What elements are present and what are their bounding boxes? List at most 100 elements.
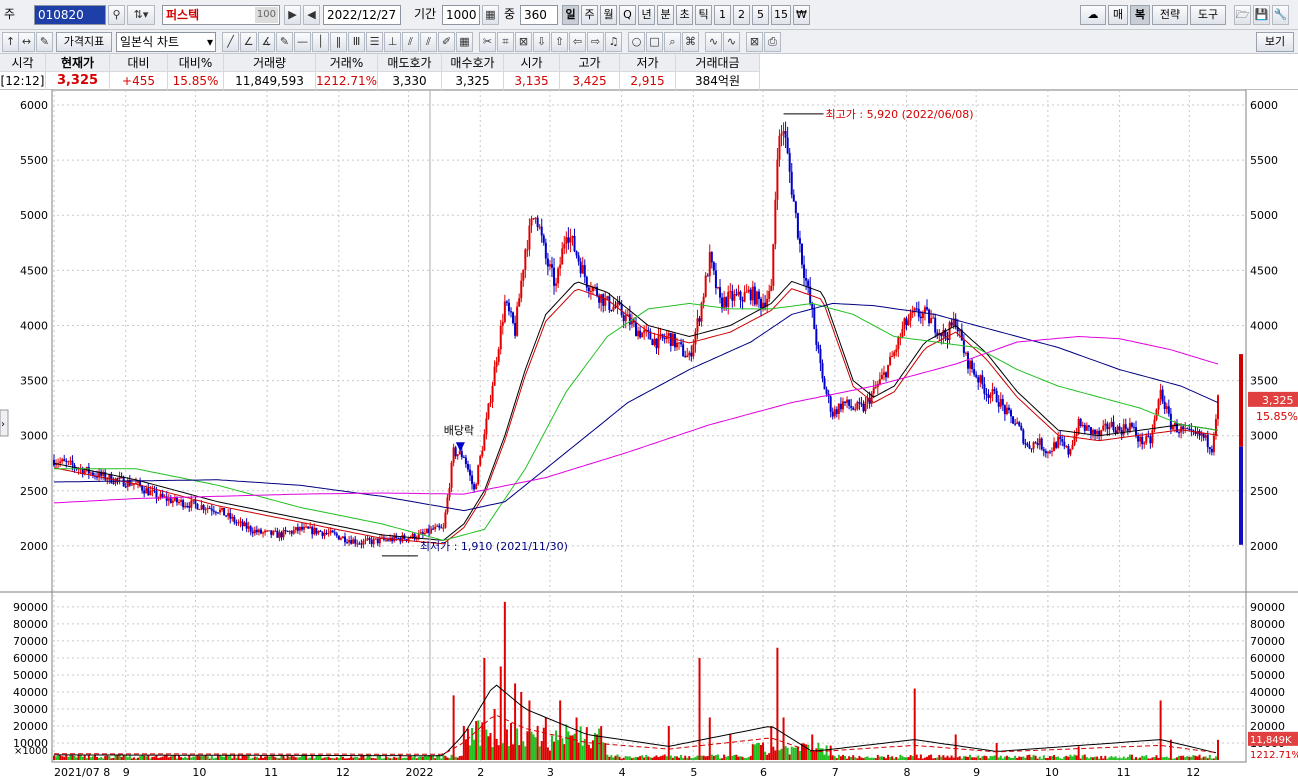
delete-icon[interactable]: ⊠: [746, 32, 763, 52]
timeframe-9[interactable]: 2: [733, 5, 750, 25]
hash-icon[interactable]: ⌗: [497, 32, 514, 52]
timeframe-4[interactable]: 년: [638, 5, 655, 25]
wave-icon[interactable]: ∿: [705, 32, 722, 52]
search-icon[interactable]: ⚲: [108, 5, 125, 25]
print-icon[interactable]: ⎙: [764, 32, 781, 52]
candle-body: [712, 262, 715, 271]
wave2-icon[interactable]: ∿: [723, 32, 740, 52]
candle-body: [1217, 395, 1219, 420]
hline-icon[interactable]: —: [294, 32, 311, 52]
overlap-input[interactable]: 360: [520, 5, 558, 25]
gann-icon[interactable]: ⊥: [384, 32, 401, 52]
indicator-button[interactable]: 가격지표: [56, 32, 112, 52]
pen-icon[interactable]: ✎: [276, 32, 293, 52]
up-arrow-icon[interactable]: ↑: [2, 32, 19, 52]
expand-icon[interactable]: ↔: [18, 32, 35, 52]
sort-dropdown-icon[interactable]: ⇅▾: [127, 5, 155, 25]
timeframe-6[interactable]: 초: [676, 5, 693, 25]
timeframe-7[interactable]: 틱: [695, 5, 712, 25]
prev-arrow-icon[interactable]: ◀: [303, 5, 320, 25]
arrow-left-icon[interactable]: ⇦: [569, 32, 586, 52]
arrow-down-icon[interactable]: ⇩: [533, 32, 550, 52]
timeframe-2[interactable]: 월: [600, 5, 617, 25]
right-button-3[interactable]: 도구: [1190, 5, 1226, 25]
timeframe-10[interactable]: 5: [752, 5, 769, 25]
volume-bar: [98, 758, 101, 760]
palette-icon[interactable]: ▦: [456, 32, 473, 52]
parallel-icon[interactable]: ⫽: [402, 32, 419, 52]
parallel2-icon[interactable]: ⫽: [420, 32, 437, 52]
collapse-arrow-icon[interactable]: ›: [1, 419, 5, 430]
channel-icon[interactable]: ‖: [330, 32, 347, 52]
fibo-time-icon[interactable]: Ⅲ: [348, 32, 365, 52]
view-button[interactable]: 보기: [1256, 32, 1294, 52]
timeframe-8[interactable]: 1: [714, 5, 731, 25]
candle-body: [1190, 429, 1193, 431]
zoom-icon[interactable]: ⌕: [664, 32, 681, 52]
date-input[interactable]: 2022/12/27: [323, 5, 401, 25]
volume-bar: [262, 757, 265, 760]
brush-icon[interactable]: ✐: [438, 32, 455, 52]
volume-bar: [231, 758, 234, 760]
volume-bar: [352, 757, 355, 760]
arrow-right-icon[interactable]: ⇨: [587, 32, 604, 52]
volume-bar: [532, 734, 535, 760]
candle-body: [221, 508, 224, 510]
stock-code-input[interactable]: 010820: [34, 5, 106, 25]
volume-bar: [96, 756, 99, 760]
trend-line-icon[interactable]: ╱: [222, 32, 239, 52]
period-input[interactable]: 1000: [442, 5, 480, 25]
timeframe-5[interactable]: 분: [657, 5, 674, 25]
candle-body: [323, 532, 326, 536]
right-button-1[interactable]: 복: [1130, 5, 1150, 25]
vline-icon[interactable]: │: [312, 32, 329, 52]
right-button-2[interactable]: 전략: [1152, 5, 1188, 25]
chart-type-select[interactable]: 일본식 차트 ▾: [116, 32, 216, 52]
candle-body: [348, 540, 351, 543]
fan-icon[interactable]: ∡: [258, 32, 275, 52]
candle-body: [966, 352, 969, 369]
timeframe-1[interactable]: 주: [581, 5, 598, 25]
candle-body: [452, 447, 455, 463]
stock-chart[interactable]: 2000 2000 2500 2500 3000 3000 3500 3500 4000 4000…: [0, 90, 1298, 779]
scissors-icon[interactable]: ✂: [479, 32, 496, 52]
timeframe-11[interactable]: 15: [771, 5, 791, 25]
box-x-icon[interactable]: ⊠: [515, 32, 532, 52]
candle-body: [378, 538, 381, 544]
candle-body: [1206, 434, 1209, 448]
volume-bar: [114, 754, 117, 760]
timeframe-0[interactable]: 일: [562, 5, 579, 25]
save-icon[interactable]: 💾: [1253, 5, 1270, 25]
circle-icon[interactable]: ○: [628, 32, 645, 52]
candle-body: [257, 529, 260, 533]
candle-body: [524, 249, 527, 270]
volume-bar: [786, 747, 789, 760]
arrow-up-icon[interactable]: ⇧: [551, 32, 568, 52]
candle-body: [206, 508, 209, 510]
grid-icon[interactable]: ▦: [482, 5, 499, 25]
candle-body: [149, 490, 152, 496]
cycle-icon[interactable]: ♫: [605, 32, 622, 52]
folder-open-icon[interactable]: 🗁: [1234, 5, 1251, 25]
candle-body: [147, 488, 150, 496]
candle-body: [1210, 448, 1213, 453]
volume-bar: [655, 755, 658, 760]
edit-icon[interactable]: ✎: [36, 32, 53, 52]
cloud-icon[interactable]: ☁: [1080, 5, 1106, 25]
volume-bar: [159, 757, 162, 760]
timeframe-3[interactable]: Q: [619, 5, 636, 25]
volume-bar: [1065, 755, 1068, 760]
rect-icon[interactable]: □: [646, 32, 663, 52]
volume-bar: [774, 750, 777, 760]
next-arrow-icon[interactable]: ▶: [284, 5, 301, 25]
settings-icon[interactable]: ⌘: [682, 32, 699, 52]
candle-body: [729, 291, 732, 293]
angle-icon[interactable]: ∠: [240, 32, 257, 52]
wrench-icon[interactable]: 🔧: [1272, 5, 1289, 25]
stock-name-field[interactable]: 퍼스텍 100: [162, 5, 280, 25]
volume-bar: [139, 756, 142, 760]
fibo-icon[interactable]: ☰: [366, 32, 383, 52]
x-tick-label: 2021/07 8: [54, 766, 110, 779]
right-button-0[interactable]: 매: [1108, 5, 1128, 25]
timeframe-12[interactable]: ₩: [793, 5, 810, 25]
